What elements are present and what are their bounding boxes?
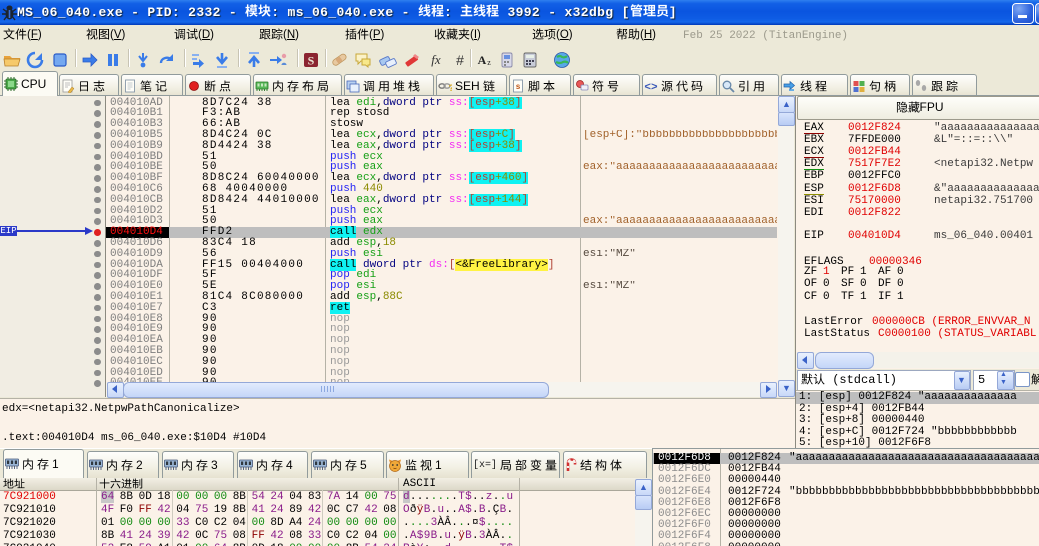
svg-text:S: S bbox=[308, 54, 315, 68]
svg-text:#: # bbox=[456, 52, 464, 68]
svg-text:fx: fx bbox=[431, 52, 441, 67]
svg-text:A: A bbox=[478, 53, 487, 67]
svg-text:z: z bbox=[487, 58, 491, 67]
svg-text:?: ? bbox=[449, 83, 453, 93]
svg-text:s: s bbox=[516, 83, 521, 92]
svg-text:<>: <> bbox=[644, 82, 658, 93]
